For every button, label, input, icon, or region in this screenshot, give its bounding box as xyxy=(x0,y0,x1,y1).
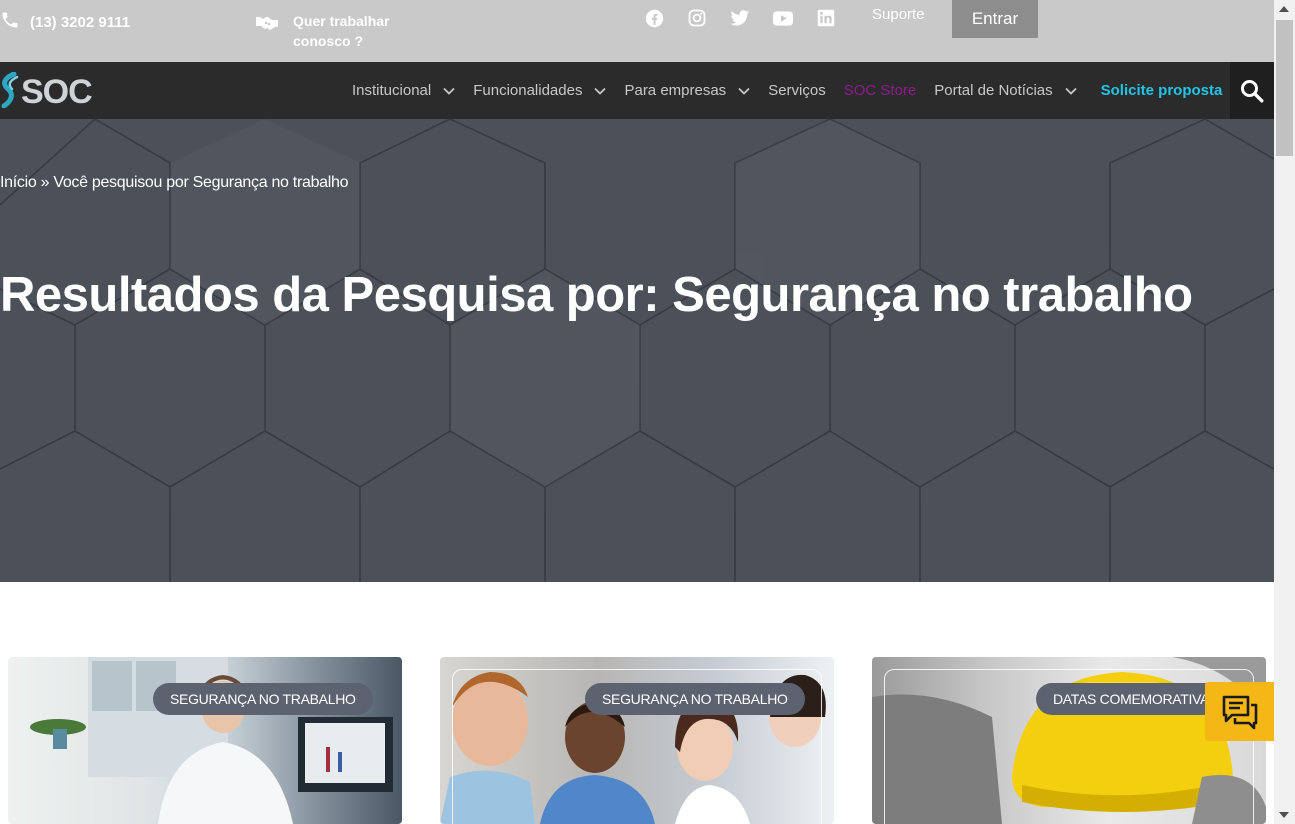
chat-widget-button[interactable] xyxy=(1205,682,1274,741)
top-bar: (13) 3202 9111 Quer trabalhar conosco ? xyxy=(0,0,1274,62)
logo-text: SOC xyxy=(21,73,93,111)
nav-menu: Institucional Funcionalidades Para empre… xyxy=(352,62,1240,119)
work-with-us-line2: conosco ? xyxy=(293,33,364,49)
suporte-link[interactable]: Suporte xyxy=(872,6,925,23)
social-links xyxy=(644,7,836,29)
nav-item-label: Institucional xyxy=(352,82,432,99)
nav-item-label: Portal de Notícias xyxy=(934,82,1053,99)
main-navigation: SOC Institucional Funcionalidades Para e… xyxy=(0,62,1274,119)
linkedin-icon[interactable] xyxy=(816,7,836,29)
chevron-down-icon xyxy=(738,87,750,95)
nav-item-label: Solicite proposta xyxy=(1100,82,1223,99)
entrar-button[interactable]: Entrar xyxy=(952,0,1038,38)
nav-item-label: Serviços xyxy=(768,82,826,99)
phone-icon xyxy=(0,10,20,34)
logo-wave-icon xyxy=(0,71,20,113)
category-badge[interactable]: SEGURANÇA NO TRABALHO xyxy=(153,683,373,715)
scroll-down-arrow-icon[interactable] xyxy=(1279,812,1289,818)
twitter-icon[interactable] xyxy=(730,7,750,29)
youtube-icon[interactable] xyxy=(773,7,793,29)
handshake-icon xyxy=(255,13,279,36)
phone-link[interactable]: (13) 3202 9111 xyxy=(0,10,130,34)
chevron-down-icon xyxy=(443,87,455,95)
scrollbar-thumb[interactable] xyxy=(1276,20,1293,156)
search-button[interactable] xyxy=(1230,62,1274,119)
nav-item-para-empresas[interactable]: Para empresas xyxy=(624,82,750,99)
article-card[interactable]: SEGURANÇA NO TRABALHO xyxy=(8,657,402,824)
facebook-icon[interactable] xyxy=(644,7,664,29)
chevron-down-icon xyxy=(594,87,607,95)
article-card[interactable]: SEGURANÇA NO TRABALHO xyxy=(440,657,834,824)
phone-number: (13) 3202 9111 xyxy=(30,13,131,31)
nav-item-servicos[interactable]: Serviços xyxy=(768,82,826,99)
nav-item-solicite-proposta[interactable]: Solicite proposta xyxy=(1101,82,1223,99)
instagram-icon[interactable] xyxy=(687,7,707,29)
page-title: Resultados da Pesquisa por: Segurança no… xyxy=(0,268,1193,322)
chevron-down-icon xyxy=(1065,87,1077,95)
nav-item-label: Para empresas xyxy=(624,82,727,99)
search-icon xyxy=(1241,79,1264,102)
nav-item-portal-de-noticias[interactable]: Portal de Notícias xyxy=(934,82,1077,99)
soc-logo[interactable]: SOC xyxy=(0,71,93,113)
nav-item-label: SOC Store xyxy=(843,82,917,99)
nav-item-institucional[interactable]: Institucional xyxy=(352,82,455,99)
nav-item-funcionalidades[interactable]: Funcionalidades xyxy=(473,82,607,99)
vertical-scrollbar[interactable] xyxy=(1274,0,1295,824)
category-badge[interactable]: SEGURANÇA NO TRABALHO xyxy=(585,683,805,715)
work-with-us-link[interactable]: Quer trabalhar conosco ? xyxy=(255,11,413,51)
chat-icon xyxy=(1222,695,1257,729)
work-with-us-line1: Quer trabalhar xyxy=(293,13,390,29)
scroll-up-arrow-icon[interactable] xyxy=(1279,6,1289,12)
nav-item-soc-store[interactable]: SOC Store xyxy=(844,82,917,99)
page: (13) 3202 9111 Quer trabalhar conosco ? xyxy=(0,0,1295,824)
breadcrumb: Início » Você pesquisou por Segurança no… xyxy=(0,174,349,191)
hero-banner: Início » Você pesquisou por Segurança no… xyxy=(0,119,1274,582)
nav-item-label: Funcionalidades xyxy=(473,82,583,99)
